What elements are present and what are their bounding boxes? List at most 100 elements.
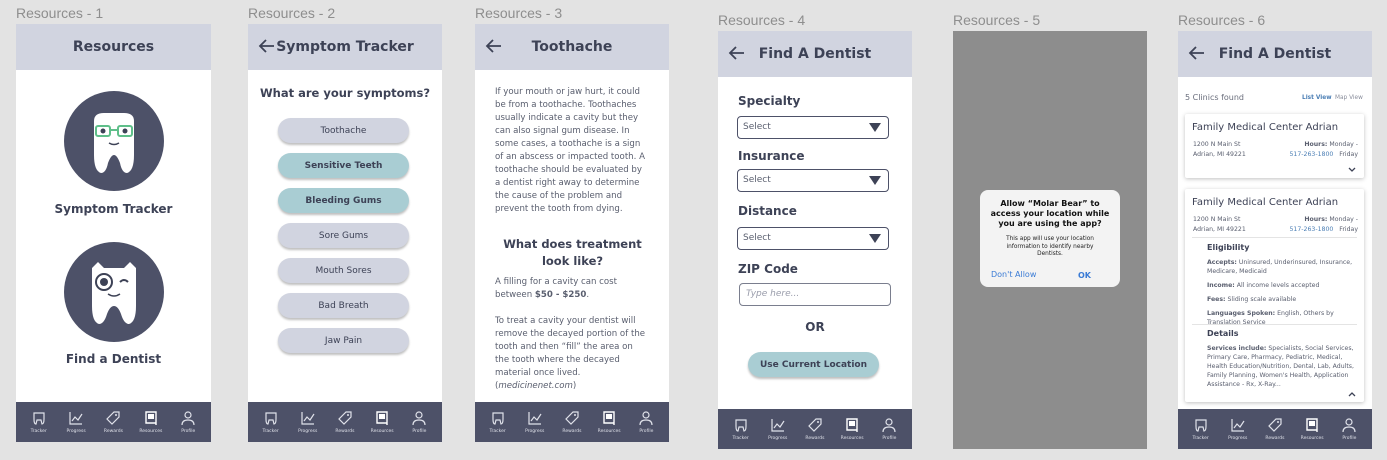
clinic-card-expanded[interactable]: Family Medical Center Adrian 1200 N Main… bbox=[1185, 189, 1364, 402]
back-arrow-icon[interactable] bbox=[728, 44, 746, 62]
list-view-toggle[interactable]: List View bbox=[1302, 95, 1332, 101]
page-title: Resources bbox=[72, 39, 155, 55]
tooth-glasses-icon bbox=[94, 113, 134, 173]
book-icon bbox=[376, 411, 388, 425]
tab-progress[interactable]: Progress bbox=[517, 410, 553, 434]
tag-icon bbox=[565, 411, 579, 425]
use-current-location-button[interactable]: Use Current Location bbox=[748, 352, 879, 377]
tag-icon bbox=[1268, 418, 1282, 432]
symptom-mouth-sores[interactable]: Mouth Sores bbox=[278, 258, 409, 283]
frame-label-6: Resources - 6 bbox=[1178, 12, 1266, 28]
tab-resources[interactable]: Resources bbox=[364, 410, 400, 434]
clinic-hours: Hours: Monday - 517-263-1800 Friday bbox=[1289, 216, 1358, 233]
tooth-icon bbox=[33, 412, 45, 425]
tab-rewards[interactable]: Rewards bbox=[327, 410, 363, 434]
treatment-heading: What does treatment look like? bbox=[503, 237, 642, 268]
symptom-sensitive-teeth[interactable]: Sensitive Teeth bbox=[278, 153, 409, 178]
tab-resources[interactable]: Resources bbox=[834, 417, 870, 441]
back-arrow-icon[interactable] bbox=[485, 37, 503, 55]
back-arrow-icon[interactable] bbox=[1188, 44, 1206, 62]
cost-paragraph: A filling for a cavity can cost between … bbox=[495, 277, 618, 300]
tab-profile[interactable]: Profile bbox=[628, 410, 664, 434]
chart-icon bbox=[301, 412, 315, 425]
symptom-tracker-tile[interactable] bbox=[64, 91, 164, 191]
clinic-phone[interactable]: 517-263-1800 bbox=[1289, 226, 1333, 233]
book-icon bbox=[603, 411, 615, 425]
symptom-question: What are your symptoms? bbox=[259, 86, 431, 100]
screen-resources: Resources Symptom Tracker Find a Dentist… bbox=[16, 24, 211, 442]
tooth-icon bbox=[734, 419, 747, 432]
symptom-jaw-pain[interactable]: Jaw Pain bbox=[278, 328, 409, 353]
symptom-tracker-label[interactable]: Symptom Tracker bbox=[16, 202, 211, 216]
tab-rewards[interactable]: Rewards bbox=[1257, 417, 1293, 441]
header: Symptom Tracker bbox=[248, 24, 442, 70]
tag-icon bbox=[106, 411, 121, 425]
tab-tracker[interactable]: Tracker bbox=[480, 410, 516, 434]
dont-allow-button[interactable]: Don't Allow bbox=[991, 270, 1036, 279]
tab-profile[interactable]: Profile bbox=[871, 417, 907, 441]
chart-icon bbox=[771, 419, 785, 432]
chart-icon bbox=[69, 412, 83, 425]
tab-profile[interactable]: Profile bbox=[170, 410, 206, 434]
tooth-monocle-icon bbox=[92, 262, 136, 324]
symptom-bad-breath[interactable]: Bad Breath bbox=[278, 293, 409, 318]
ok-button[interactable]: OK bbox=[1078, 271, 1091, 280]
tab-tracker[interactable]: Tracker bbox=[253, 410, 289, 434]
clinic-name: Family Medical Center Adrian bbox=[1192, 197, 1339, 208]
zip-input[interactable]: Type here... bbox=[739, 283, 891, 306]
distance-select[interactable]: Select bbox=[737, 227, 889, 250]
tab-tracker[interactable]: Tracker bbox=[1183, 417, 1219, 441]
tab-progress[interactable]: Progress bbox=[290, 410, 326, 434]
specialty-label: Specialty bbox=[738, 94, 801, 108]
back-arrow-icon[interactable] bbox=[258, 37, 276, 55]
screen-toothache: Toothache If your mouth or jaw hurt, it … bbox=[475, 24, 669, 442]
eligibility-heading: Eligibility bbox=[1207, 243, 1250, 252]
header: Toothache bbox=[475, 24, 669, 70]
tab-tracker[interactable]: Tracker bbox=[723, 417, 759, 441]
book-icon bbox=[846, 418, 858, 432]
specialty-select[interactable]: Select bbox=[737, 116, 889, 139]
distance-label: Distance bbox=[738, 204, 797, 218]
clinic-phone[interactable]: 517-263-1800 bbox=[1289, 151, 1333, 158]
header: Find A Dentist bbox=[718, 31, 912, 77]
tab-profile[interactable]: Profile bbox=[401, 410, 437, 434]
header: Resources bbox=[16, 24, 211, 70]
chevron-down-icon[interactable] bbox=[1348, 167, 1356, 172]
find-dentist-label[interactable]: Find a Dentist bbox=[16, 352, 211, 366]
clinic-card-collapsed[interactable]: Family Medical Center Adrian 1200 N Main… bbox=[1185, 114, 1364, 178]
tab-progress[interactable]: Progress bbox=[760, 417, 796, 441]
tab-tracker[interactable]: Tracker bbox=[21, 410, 57, 434]
or-divider: OR bbox=[805, 320, 825, 334]
tab-progress[interactable]: Progress bbox=[1220, 417, 1256, 441]
tab-bar: Tracker Progress Rewards Resources Profi… bbox=[1178, 409, 1372, 449]
tab-profile[interactable]: Profile bbox=[1331, 417, 1367, 441]
fees-line: Fees: Sliding scale available bbox=[1207, 296, 1297, 303]
tab-resources[interactable]: Resources bbox=[133, 410, 169, 434]
screen-find-dentist-form: Find A Dentist Specialty Select Insuranc… bbox=[718, 31, 912, 449]
tag-icon bbox=[808, 418, 822, 432]
chevron-up-icon[interactable] bbox=[1348, 392, 1356, 397]
person-icon bbox=[882, 418, 896, 433]
tab-resources[interactable]: Resources bbox=[1294, 417, 1330, 441]
tooth-icon bbox=[1194, 419, 1207, 432]
tab-rewards[interactable]: Rewards bbox=[554, 410, 590, 434]
tab-resources[interactable]: Resources bbox=[591, 410, 627, 434]
tab-bar: Tracker Progress Rewards Resources Profi… bbox=[16, 402, 211, 442]
person-icon bbox=[1342, 418, 1356, 433]
screen-location-permission: Allow “Molar Bear” to access your locati… bbox=[953, 31, 1147, 449]
tab-progress[interactable]: Progress bbox=[58, 410, 94, 434]
symptom-sore-gums[interactable]: Sore Gums bbox=[278, 223, 409, 248]
tab-rewards[interactable]: Rewards bbox=[797, 417, 833, 441]
tab-bar: Tracker Progress Rewards Resources Profi… bbox=[475, 402, 669, 442]
page-title: Find A Dentist bbox=[758, 46, 872, 62]
symptom-bleeding-gums[interactable]: Bleeding Gums bbox=[278, 188, 409, 213]
chart-icon bbox=[528, 412, 542, 425]
clinic-name: Family Medical Center Adrian bbox=[1192, 122, 1339, 133]
insurance-select[interactable]: Select bbox=[737, 169, 889, 192]
clinic-hours: Hours: Monday - 517-263-1800 Friday bbox=[1289, 141, 1358, 158]
tab-rewards[interactable]: Rewards bbox=[95, 410, 131, 434]
map-view-toggle[interactable]: Map View bbox=[1335, 95, 1363, 101]
symptom-toothache[interactable]: Toothache bbox=[278, 118, 409, 143]
dropdown-arrow-icon bbox=[869, 234, 881, 243]
find-dentist-tile[interactable] bbox=[64, 242, 164, 342]
